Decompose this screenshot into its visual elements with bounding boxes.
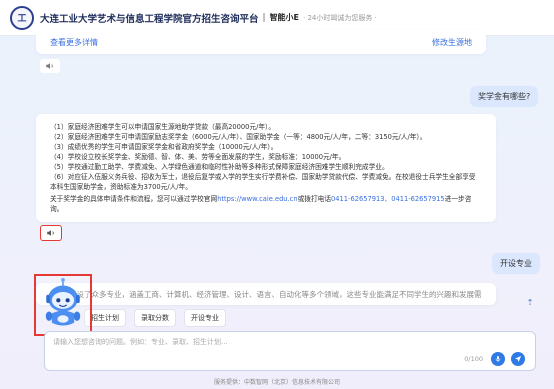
page-title: 大连工业大学艺术与信息工程学院官方招生咨询平台 (40, 13, 259, 25)
play-audio-button[interactable] (40, 59, 60, 73)
footer-credit: 服务提供：中数智网（北京）信息技术有限公司 (213, 379, 340, 386)
arrow-up-icon: ⇡ (526, 297, 534, 307)
quick-actions: 招生计划 录取分数 开设专业 (84, 309, 226, 327)
user-question-bubble: 开设专业 (492, 253, 540, 274)
answer-line: （1）家庭经济困难学生可以申请国家生源地助学贷款（最高20000元/年）。 (50, 123, 276, 131)
robot-mascot-icon (45, 278, 81, 326)
chat-input-box: 0/100 (44, 331, 536, 371)
play-audio-button-active[interactable] (40, 225, 62, 241)
header-subtitle: · 24小时竭诚为您服务 · (303, 13, 377, 22)
question-input[interactable] (53, 338, 453, 346)
phone-link[interactable]: 0411-62657913、0411-62657915 (331, 195, 445, 203)
speaker-icon (46, 63, 53, 69)
streaming-answer-card: 学校开设了众多专业，涵盖工商、计算机、经济管理、设计、语言、自动化等多个领域，这… (36, 283, 496, 305)
quick-action-majors[interactable]: 开设专业 (184, 309, 226, 327)
send-icon (515, 356, 521, 362)
answer-line: （3）成绩优秀的学生可申请国家奖学金和省政府奖学金（10000元/人/年）。 (50, 143, 278, 151)
scholarship-answer-card: （1）家庭经济困难学生可以申请国家生源地助学贷款（最高20000元/年）。 （2… (36, 114, 496, 222)
answer-outro: 关于奖学金的具体申请条件和流程，您可以通过学校官网https://www.cai… (50, 194, 482, 214)
speaker-icon (47, 230, 54, 236)
mic-icon (495, 356, 501, 362)
school-logo: 工 (10, 5, 34, 30)
streaming-answer-text: 学校开设了众多专业，涵盖工商、计算机、经济管理、设计、语言、自动化等多个领域，这… (54, 290, 482, 299)
mascot-avatar[interactable] (34, 274, 92, 336)
website-link[interactable]: https://www.caie.edu.cn (217, 195, 297, 203)
quick-action-admission-scores[interactable]: 录取分数 (134, 309, 176, 327)
bot-name: 智能小E (269, 13, 300, 22)
more-details-link[interactable]: 查看更多详情 (50, 37, 98, 48)
answer-line: （4）学校设立校长奖学金、奖励德、智、体、美、劳等全面发展的学生，奖励标准：10… (50, 153, 346, 161)
back-to-top-button[interactable]: ⇡ (524, 296, 536, 308)
voice-input-button[interactable] (491, 352, 505, 366)
answer-line: （5）学校通过勤工助学、学费减免、入学绿色通道和临时性补助等多种形式保障家庭经济… (50, 163, 389, 171)
user-question-bubble: 奖学金有哪些? (470, 86, 539, 107)
answer-line: （6）对应征入伍服义务兵役、招收为军士，退役后复学或入学的学生实行学费补偿、国家… (50, 173, 476, 191)
outro-mid: 或拨打电话 (297, 195, 332, 203)
send-button[interactable] (511, 352, 525, 366)
change-origin-link[interactable]: 修改生源地 (432, 37, 472, 48)
outro-prefix: 关于奖学金的具体申请条件和流程，您可以通过学校官网 (50, 195, 218, 203)
char-counter: 0/100 (464, 355, 483, 363)
header-separator: | (262, 12, 266, 23)
previous-answer-card: 查看更多详情 修改生源地 (36, 30, 486, 54)
answer-line: （2）家庭经济困难学生可申请国家励志奖学金（6000元/人/年）、国家助学金（一… (50, 133, 427, 141)
